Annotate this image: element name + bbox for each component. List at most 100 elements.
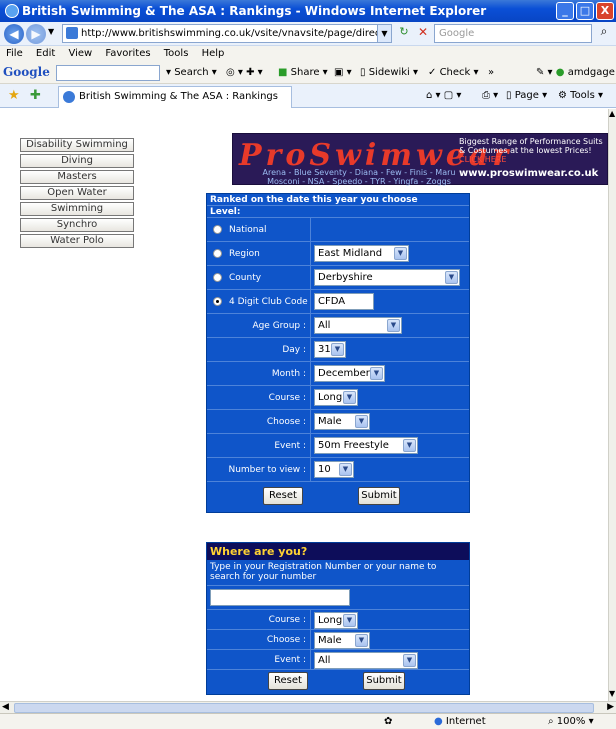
sidebar-item-open-water[interactable]: Open Water	[20, 186, 134, 200]
advert-banner[interactable]: ProSwimwear Arena - Blue Seventy - Diana…	[232, 133, 608, 186]
where-choose-row: Choose : Male ▼	[207, 630, 469, 650]
sidewiki-button[interactable]: ▯ Sidewiki ▾	[360, 67, 418, 78]
menu-help[interactable]: Help	[202, 48, 225, 59]
region-select[interactable]: East Midland ▼	[314, 245, 409, 262]
chevron-down-icon: ▼	[343, 391, 356, 404]
url-field[interactable]: http://www.britishswimming.co.uk/vsite/v…	[62, 24, 392, 43]
check-button[interactable]: ✓ Check ▾	[428, 67, 479, 78]
day-row: Day : 31 ▼	[207, 338, 469, 362]
more-button[interactable]: »	[488, 67, 494, 78]
close-button[interactable]: X	[596, 2, 614, 20]
where-buttons: Reset Submit	[207, 670, 469, 694]
club-radio[interactable]	[213, 297, 222, 306]
google-search-input[interactable]	[56, 65, 160, 81]
sidebar-menu: Disability Swimming Diving Masters Open …	[20, 138, 134, 250]
day-select[interactable]: 31 ▼	[314, 341, 346, 358]
history-dropdown-icon[interactable]: ▼	[48, 27, 54, 36]
submit-button[interactable]: Submit	[358, 487, 400, 505]
region-radio[interactable]	[213, 249, 222, 258]
age-group-select[interactable]: All ▼	[314, 317, 402, 334]
club-row: 4 Digit Club Code CFDA	[207, 290, 469, 314]
scroll-thumb[interactable]	[14, 703, 594, 713]
county-row: County Derbyshire ▼	[207, 266, 469, 290]
menu-favorites[interactable]: Favorites	[105, 48, 150, 59]
event-select[interactable]: 50m Freestyle ▼	[314, 437, 418, 454]
forward-button[interactable]: ▶	[26, 24, 46, 44]
toolbar-tools-icon[interactable]: ◎ ▾ ✚ ▾	[226, 67, 263, 78]
club-code-input[interactable]: CFDA	[314, 293, 374, 310]
chevron-down-icon: ▼	[339, 463, 352, 476]
banner-click-here[interactable]: CLICK HERE	[459, 155, 506, 164]
where-gender-select[interactable]: Male ▼	[314, 632, 370, 649]
course-row: Course : Long ▼	[207, 386, 469, 410]
sidebar-item-diving[interactable]: Diving	[20, 154, 134, 168]
scroll-down-icon[interactable]: ▼	[609, 689, 616, 701]
home-icon[interactable]: ⌂ ▾ ▢ ▾	[426, 90, 461, 101]
where-submit-button[interactable]: Submit	[363, 672, 405, 690]
where-reset-button[interactable]: Reset	[268, 672, 308, 690]
month-select[interactable]: December ▼	[314, 365, 385, 382]
sidebar-item-masters[interactable]: Masters	[20, 170, 134, 184]
number-select[interactable]: 10 ▼	[314, 461, 354, 478]
number-label: Number to view :	[207, 458, 311, 481]
course-select[interactable]: Long ▼	[314, 389, 358, 406]
reset-button[interactable]: Reset	[263, 487, 303, 505]
menu-view[interactable]: View	[68, 48, 92, 59]
where-event-label: Event :	[207, 650, 311, 669]
sidebar-item-synchro[interactable]: Synchro	[20, 218, 134, 232]
banner-url[interactable]: www.proswimwear.co.uk	[459, 168, 598, 179]
scroll-right-icon[interactable]: ▶	[607, 702, 614, 712]
sidebar-item-swimming[interactable]: Swimming	[20, 202, 134, 216]
tools-menu[interactable]: ⚙ Tools ▾	[558, 90, 603, 101]
maximize-button[interactable]: □	[576, 2, 594, 20]
print-icon[interactable]: ⎙ ▾	[482, 90, 498, 101]
refresh-icon[interactable]: ↻	[395, 25, 413, 43]
scroll-up-icon[interactable]: ▲	[609, 109, 616, 121]
tab-bar: ★ ✚ British Swimming & The ASA : Ranking…	[0, 84, 616, 108]
county-radio[interactable]	[213, 273, 222, 282]
page-menu[interactable]: ▯ Page ▾	[506, 90, 547, 101]
rankings-form: Ranked on the date this year you choose …	[206, 193, 470, 513]
google-toolbar: Google ▾ Search ▾ ◎ ▾ ✚ ▾ ■ Share ▾ ▣ ▾ …	[0, 62, 616, 84]
tab-rankings[interactable]: British Swimming & The ASA : Rankings	[58, 86, 292, 108]
menu-file[interactable]: File	[6, 48, 23, 59]
google-search-button[interactable]: ▾ Search ▾	[166, 67, 217, 78]
internet-zone: ● Internet	[434, 716, 486, 727]
menu-edit[interactable]: Edit	[36, 48, 55, 59]
zoom-level[interactable]: ⌕ 100% ▾	[548, 716, 594, 727]
bookmark-icon[interactable]: ▣ ▾	[334, 67, 352, 78]
stop-icon[interactable]: ✕	[414, 25, 432, 43]
menu-tools[interactable]: Tools	[164, 48, 189, 59]
scroll-left-icon[interactable]: ◀	[2, 702, 9, 712]
zoom-icon: ⌕	[548, 716, 554, 727]
where-course-select[interactable]: Long ▼	[314, 612, 358, 629]
url-dropdown-icon[interactable]: ▼	[377, 25, 391, 42]
search-icon[interactable]: ⌕	[594, 24, 614, 43]
county-label: County	[229, 273, 262, 283]
where-course-row: Course : Long ▼	[207, 610, 469, 630]
level-label: Level:	[207, 206, 469, 218]
gender-select[interactable]: Male ▼	[314, 413, 370, 430]
back-button[interactable]: ◀	[4, 24, 24, 44]
county-select[interactable]: Derbyshire ▼	[314, 269, 460, 286]
where-event-select[interactable]: All ▼	[314, 652, 418, 669]
search-input[interactable]: Google	[434, 24, 592, 43]
number-row: Number to view : 10 ▼	[207, 458, 469, 482]
national-radio[interactable]	[213, 225, 222, 234]
sidebar-item-water-polo[interactable]: Water Polo	[20, 234, 134, 248]
horizontal-scrollbar[interactable]: ◀ ▶	[0, 701, 616, 713]
minimize-button[interactable]: _	[556, 2, 574, 20]
add-favorites-icon[interactable]: ✚	[30, 88, 41, 103]
sidebar-item-disability-swimming[interactable]: Disability Swimming	[20, 138, 134, 152]
where-are-you-header: Where are you?	[207, 543, 469, 560]
where-course-label: Course :	[207, 610, 311, 629]
share-button[interactable]: ■ Share ▾	[278, 67, 328, 78]
user-menu[interactable]: ✎ ▾ ● amdgage ▾	[536, 67, 616, 78]
vertical-scrollbar[interactable]: ▲ ▼	[608, 109, 616, 701]
ie-logo-icon	[5, 4, 19, 18]
day-label: Day :	[207, 338, 311, 361]
favorites-star-icon[interactable]: ★	[8, 88, 20, 103]
registration-search-input[interactable]	[210, 589, 350, 606]
national-label: National	[229, 225, 267, 235]
google-logo: Google	[3, 65, 50, 79]
